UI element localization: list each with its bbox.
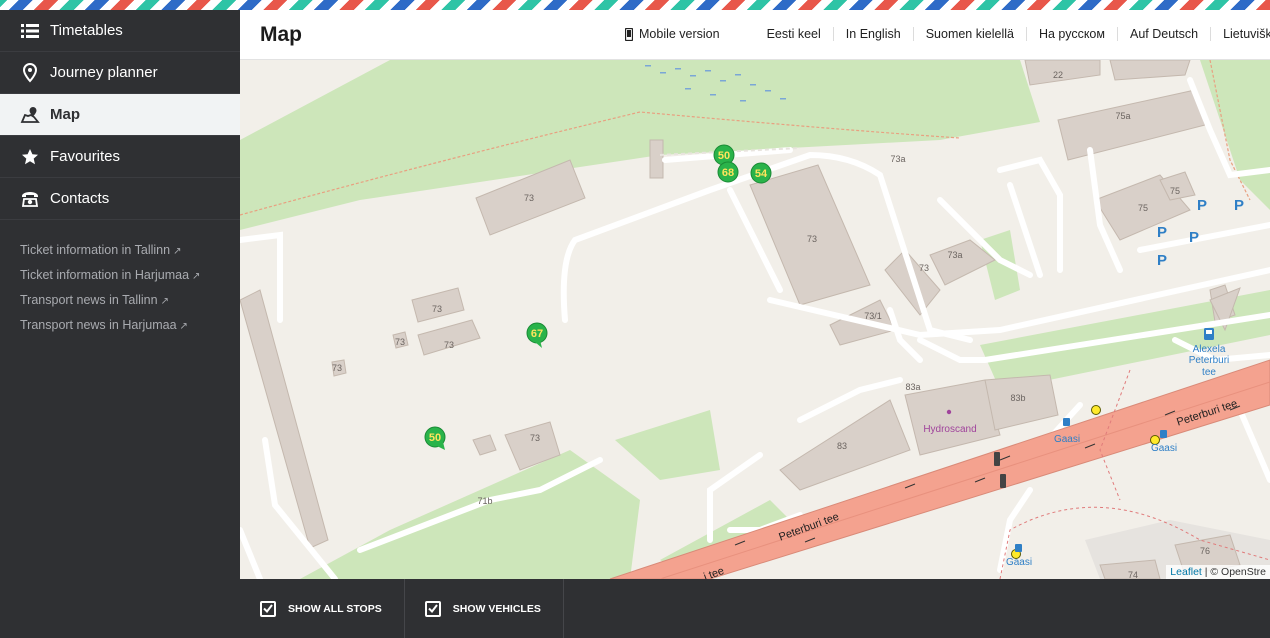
svg-text:67: 67 — [531, 328, 543, 340]
poi-label-alexela: Alexela — [1193, 344, 1226, 355]
external-link-icon: ↗ — [173, 246, 182, 257]
side-link-ticket-harjumaa[interactable]: Ticket information in Harjumaa ↗ — [20, 267, 220, 292]
nav-label: Map — [50, 106, 80, 123]
sidebar: Timetables Journey planner Map Favourite… — [0, 10, 240, 638]
parking-icon: P — [1189, 229, 1199, 246]
parking-icon: P — [1157, 252, 1167, 269]
poi-label-alexela: tee — [1202, 367, 1216, 378]
building-label: 73 — [444, 340, 454, 350]
lang-german[interactable]: Auf Deutsch — [1116, 27, 1210, 41]
nav-item-journey-planner[interactable]: Journey planner — [0, 52, 240, 94]
nav-item-timetables[interactable]: Timetables — [0, 10, 240, 52]
external-link-icon: ↗ — [179, 321, 188, 332]
building-label: 83a — [905, 382, 920, 392]
building-label: 71b — [477, 496, 492, 506]
lang-english[interactable]: In English — [832, 27, 913, 41]
phone-icon — [20, 189, 40, 209]
checkbox-checked-icon[interactable] — [260, 600, 276, 617]
building-label: 83b — [1010, 393, 1025, 403]
building-label: 73 — [432, 304, 442, 314]
map-pin-icon — [20, 62, 40, 83]
list-icon — [20, 21, 40, 41]
svg-text:50: 50 — [429, 432, 441, 444]
vehicle-marker[interactable]: 50 — [424, 426, 446, 450]
lang-estonian[interactable]: Eesti keel — [755, 27, 833, 41]
vehicle-marker[interactable]: 54 — [750, 162, 772, 184]
svg-text:50: 50 — [718, 150, 730, 162]
building-label: 73a — [890, 154, 905, 164]
poi-dot — [946, 409, 952, 415]
side-link-ticket-tallinn[interactable]: Ticket information in Tallinn ↗ — [20, 242, 220, 267]
external-link-icon: ↗ — [192, 271, 201, 282]
building — [240, 289, 329, 549]
parking-icon: P — [1197, 197, 1207, 214]
fuel-station-icon[interactable] — [1204, 328, 1214, 340]
poi-label-alexela: Peterburi — [1189, 355, 1230, 366]
language-bar: Mobile version Eesti keel In English Suo… — [625, 27, 1270, 41]
side-links: Ticket information in Tallinn ↗ Ticket in… — [0, 220, 240, 342]
side-link-news-harjumaa[interactable]: Transport news in Harjumaa ↗ — [20, 317, 220, 342]
map-icon — [20, 105, 40, 125]
map-options-bar: Show all stops Show vehicles — [240, 579, 1270, 638]
building-label: 73a — [947, 250, 962, 260]
svg-text:68: 68 — [722, 167, 734, 179]
svg-text:54: 54 — [755, 168, 768, 180]
building-label: 83 — [837, 441, 847, 451]
page-title: Map — [260, 23, 302, 46]
lang-russian[interactable]: На русском — [1025, 27, 1117, 41]
external-link-icon: ↗ — [160, 296, 169, 307]
building — [472, 434, 497, 456]
nav-label: Timetables — [50, 22, 123, 39]
poi-label-hydroscand[interactable]: Hydroscand — [923, 424, 976, 435]
star-icon — [20, 147, 40, 167]
checkbox-checked-icon[interactable] — [424, 600, 441, 617]
building-label: 22 — [1053, 70, 1063, 80]
leaflet-link[interactable]: Leaflet — [1170, 566, 1202, 578]
map-view[interactable]: 73 73 73 73 73 73 73 73 73a 73a 73/1 83 … — [240, 60, 1270, 579]
parking-icon: P — [1157, 224, 1167, 241]
map-attribution: Leaflet | © OpenStre — [1166, 565, 1270, 579]
decorative-stripe — [0, 0, 1270, 10]
building-label: 73 — [395, 337, 405, 347]
lang-lithuanian[interactable]: Lietuviška — [1210, 27, 1270, 41]
grass-area — [615, 410, 720, 480]
building — [1109, 60, 1191, 81]
bus-stop-label: Gaasi — [1006, 557, 1032, 568]
bus-stop-label: Gaasi — [1151, 443, 1177, 454]
building-label: 73 — [919, 263, 929, 273]
grass-area — [300, 450, 640, 579]
nav-item-map[interactable]: Map — [0, 94, 240, 136]
building-label: 73 — [807, 234, 817, 244]
building — [649, 139, 664, 179]
mobile-phone-icon — [625, 27, 633, 41]
building-label: 76 — [1200, 546, 1210, 556]
lang-finnish[interactable]: Suomen kielellä — [912, 27, 1026, 41]
nav-label: Contacts — [50, 190, 110, 207]
bus-stop-label: Gaasi — [1054, 434, 1080, 445]
building-label: 75a — [1115, 111, 1130, 121]
grass-area — [240, 60, 1040, 230]
show-vehicles-toggle[interactable]: Show vehicles — [405, 579, 564, 638]
vehicle-marker[interactable]: 67 — [526, 322, 548, 348]
minor-road — [240, 527, 263, 579]
vehicle-marker[interactable]: 68 — [717, 161, 739, 183]
building-label: 74 — [1128, 570, 1138, 579]
building — [1057, 89, 1206, 161]
building-label: 73 — [332, 363, 342, 373]
mobile-version-link[interactable]: Mobile version — [625, 27, 720, 41]
building-label: 73/1 — [864, 311, 882, 321]
building-label: 75 — [1138, 203, 1148, 213]
nav-label: Favourites — [50, 148, 121, 165]
nav-item-contacts[interactable]: Contacts — [0, 178, 240, 220]
show-all-stops-toggle[interactable]: Show all stops — [240, 579, 405, 638]
header: Map Mobile version Eesti keel In English… — [240, 10, 1270, 60]
parking-icon: P — [1234, 197, 1244, 214]
nav-item-favourites[interactable]: Favourites — [0, 136, 240, 178]
side-link-news-tallinn[interactable]: Transport news in Tallinn ↗ — [20, 292, 220, 317]
building-label: 73 — [530, 433, 540, 443]
minor-road — [1237, 407, 1270, 483]
building-label: 73 — [524, 193, 534, 203]
nav-label: Journey planner — [50, 64, 158, 81]
building-label: 75 — [1170, 186, 1180, 196]
